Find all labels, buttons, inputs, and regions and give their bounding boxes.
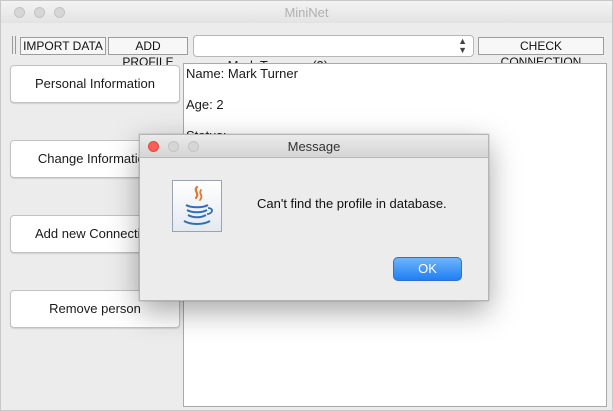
import-data-button[interactable]: IMPORT DATA	[20, 37, 106, 55]
ok-button[interactable]: OK	[393, 257, 462, 281]
java-icon	[172, 180, 222, 232]
name-line: Name: Mark Turner	[186, 66, 298, 81]
personal-information-button[interactable]: Personal Information	[10, 65, 180, 103]
dialog-title: Message	[287, 139, 341, 154]
add-profile-button[interactable]: ADD PROFILE	[108, 37, 188, 69]
profile-select[interactable]: Mark Turner (2) ▲▼	[193, 35, 474, 73]
message-dialog: Message Can't find the profile in databa…	[139, 134, 489, 301]
chevron-updown-icon: ▲ ▼	[458, 36, 467, 55]
toolbar: IMPORT DATA ADD PROFILE Mark Turner (2) …	[1, 23, 612, 73]
dialog-message: Can't find the profile in database.	[257, 196, 447, 211]
dialog-titlebar: Message	[140, 135, 488, 158]
window-title: MiniNet	[284, 5, 329, 20]
window-titlebar: MiniNet	[1, 1, 612, 24]
age-line: Age: 2	[186, 97, 224, 112]
toolbar-grip[interactable]	[12, 36, 16, 54]
check-connection-button[interactable]: CHECK CONNECTION	[478, 37, 604, 69]
